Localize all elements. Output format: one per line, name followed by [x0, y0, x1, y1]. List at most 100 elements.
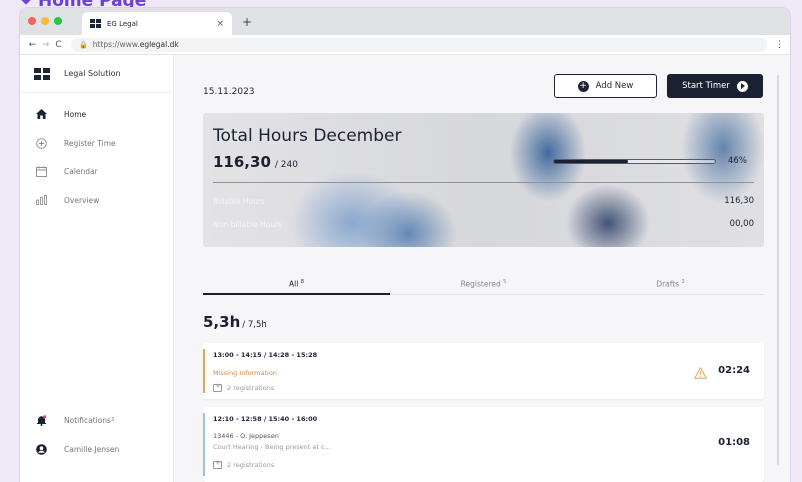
tab-label: All: [289, 279, 299, 289]
add-new-label: Add New: [595, 81, 634, 91]
tab-title: EG Legal: [107, 19, 138, 28]
registrations-label: 2 registrations: [227, 384, 275, 392]
eg-logo-icon: [90, 19, 101, 28]
billable-value: 116,30: [724, 196, 754, 206]
tab-label: Registered: [460, 279, 501, 289]
summary-divider: [213, 182, 754, 183]
tab-count: 3: [681, 279, 685, 285]
tab-count: 8: [300, 279, 304, 285]
add-new-button[interactable]: + Add New: [554, 74, 657, 98]
entry-case: 13446 - O. Jeppesen: [213, 432, 279, 440]
browser-tab[interactable]: EG Legal ×: [82, 12, 232, 35]
close-window-button[interactable]: [28, 17, 36, 25]
nonbillable-value: 00,00: [729, 219, 754, 229]
sidebar-item-notifications[interactable]: Notifications 3: [20, 409, 174, 431]
tab-drafts[interactable]: Drafts 3: [577, 279, 764, 289]
registrations-label: 2 registrations: [227, 461, 275, 469]
tab-count: 5: [503, 279, 507, 285]
active-tab-underline: [203, 293, 390, 295]
url-field[interactable]: 🔒 https://www. eglegal.dk: [71, 37, 767, 52]
summary-target: / 240: [274, 160, 298, 170]
time-entry-card[interactable]: 12:10 - 12:58 / 15:40 - 16:00 13446 - O.…: [203, 407, 764, 482]
summary-title: Total Hours December: [213, 126, 402, 146]
maximize-window-button[interactable]: [54, 17, 62, 25]
user-avatar-icon: [34, 443, 48, 455]
brand[interactable]: Legal Solution: [20, 55, 173, 93]
time-entry-card[interactable]: 13:00 - 14:15 / 14:28 - 15:28 Missing In…: [203, 343, 764, 399]
entry-accent: [203, 349, 205, 393]
sidebar-item-label: Register Time: [64, 138, 116, 148]
bell-icon: [34, 414, 48, 426]
close-tab-icon[interactable]: ×: [216, 19, 224, 29]
start-timer-label: Start Timer: [682, 81, 730, 91]
folder-add-icon: [213, 459, 222, 469]
new-tab-icon[interactable]: +: [242, 15, 252, 29]
browser-window: EG Legal × + ← → C 🔒 https://www. eglegal…: [20, 8, 790, 482]
app: Legal Solution Home Register Time Calend…: [20, 55, 790, 482]
entry-time: 13:00 - 14:15 / 14:28 - 15:28: [213, 351, 318, 359]
folder-add-icon: [213, 382, 222, 392]
minimize-window-button[interactable]: [41, 17, 49, 25]
nonbillable-label: Non-billable Hours: [213, 220, 283, 229]
notification-count: 3: [110, 417, 115, 423]
progress-percent: 46%: [728, 156, 747, 166]
daily-hours-target: / 7,5h: [242, 320, 267, 330]
brand-name: Legal Solution: [64, 69, 121, 78]
sidebar-item-calendar[interactable]: Calendar: [20, 160, 174, 182]
home-icon: [34, 109, 48, 119]
entry-registrations[interactable]: 2 registrations: [213, 382, 275, 392]
calendar-icon: [34, 165, 48, 177]
lock-icon: 🔒: [79, 40, 88, 49]
entry-tabs: All 8 Registered 5 Drafts 3: [203, 279, 764, 295]
nonbillable-row: Non-billable Hours 00,00: [213, 219, 754, 229]
sidebar-item-label: Notifications: [64, 415, 111, 425]
entry-time: 12:10 - 12:58 / 15:40 - 16:00: [213, 415, 318, 423]
progress-bar: [553, 159, 716, 164]
url-host: eglegal.dk: [139, 40, 179, 49]
sidebar-item-label: Overview: [64, 195, 100, 205]
forward-icon[interactable]: →: [39, 40, 52, 50]
entry-duration: 02:24: [718, 365, 750, 376]
tab-registered[interactable]: Registered 5: [390, 279, 577, 289]
entry-description: Court Hearing - Being present at c...: [213, 443, 331, 451]
entry-duration: 01:08: [718, 437, 750, 448]
billable-label: Billable Hours: [213, 197, 265, 206]
tab-label: Drafts: [656, 279, 680, 289]
current-date: 15.11.2023: [203, 87, 255, 97]
sidebar-item-overview[interactable]: Overview: [20, 189, 174, 211]
sidebar-item-label: Home: [64, 109, 87, 119]
window-controls: [28, 17, 62, 25]
address-bar: ← → C 🔒 https://www. eglegal.dk ⋮: [20, 35, 790, 55]
main-content: 15.11.2023 + Add New Start Timer Total H…: [175, 55, 790, 482]
diamond-icon: [20, 0, 32, 5]
sidebar-item-register-time[interactable]: Register Time: [20, 132, 174, 154]
warning-icon: [693, 364, 708, 383]
billable-row: Billable Hours 116,30: [213, 196, 754, 206]
plus-circle-icon: [34, 137, 48, 149]
daily-hours-value: 5,3h: [203, 313, 241, 331]
progress-bar-fill: [554, 160, 629, 163]
entry-accent: [203, 413, 205, 476]
sidebar-item-home[interactable]: Home: [20, 103, 174, 125]
sidebar-item-label: Calendar: [64, 166, 98, 176]
entry-registrations[interactable]: 2 registrations: [213, 459, 275, 469]
scrollbar[interactable]: [777, 75, 779, 465]
back-icon[interactable]: ←: [26, 40, 39, 50]
url-prefix: https://www.: [92, 40, 140, 49]
entry-warning: Missing Information: [213, 369, 277, 377]
browser-tab-bar: EG Legal × +: [20, 8, 790, 35]
browser-menu-icon[interactable]: ⋮: [775, 40, 784, 50]
summary-hours: 116,30: [213, 153, 271, 171]
plus-icon: +: [577, 80, 589, 92]
user-name: Camille Jensen: [64, 444, 120, 454]
eg-logo-icon: [34, 67, 50, 80]
tab-all[interactable]: All 8: [203, 279, 390, 289]
monthly-summary-card: Total Hours December 116,30/ 240 46% Bil…: [203, 113, 764, 247]
sidebar-item-user[interactable]: Camille Jensen: [20, 438, 174, 460]
sidebar: Legal Solution Home Register Time Calend…: [20, 55, 174, 482]
summary-total: 116,30/ 240: [213, 153, 298, 171]
start-timer-button[interactable]: Start Timer: [667, 74, 763, 98]
reload-icon[interactable]: C: [52, 40, 65, 50]
bar-chart-icon: [34, 195, 48, 205]
play-icon: [736, 80, 748, 92]
